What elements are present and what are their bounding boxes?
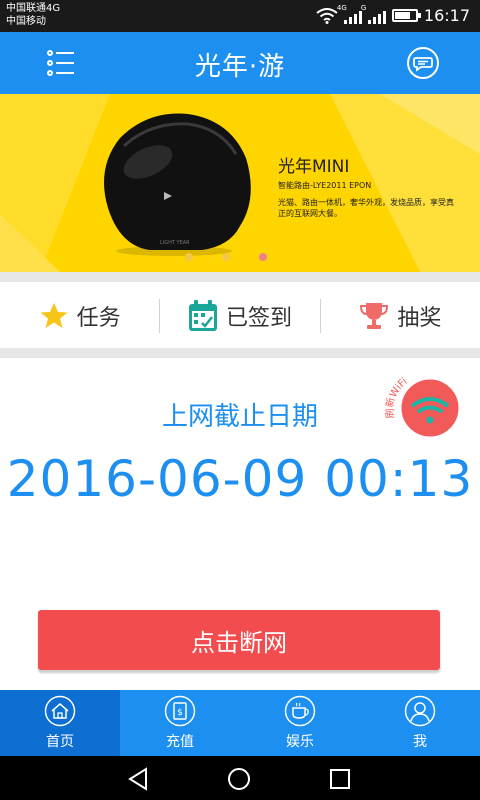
task-label: 任务 <box>76 306 121 331</box>
action-bar: 任务 已签到 抽奖 <box>0 284 480 348</box>
coffee-icon <box>284 695 316 727</box>
recent-apps-icon[interactable] <box>327 766 353 792</box>
nav-me-label: 我 <box>413 734 427 750</box>
signal-1-icon: 4G <box>337 4 362 24</box>
product-model: 智能路由-LYE2011 EPON <box>278 181 372 190</box>
nav-recharge-label: 充值 <box>166 734 194 750</box>
carrier-2: 中国移动 <box>6 16 46 27</box>
battery-icon <box>391 9 421 22</box>
checkin-label: 已签到 <box>225 306 292 331</box>
nav-entertainment-label: 娱乐 <box>286 734 314 750</box>
deadline-value: 2016-06-09 00:13 <box>6 450 474 508</box>
status-icons: 4G G 16:17 <box>316 4 470 25</box>
user-icon <box>404 695 436 727</box>
status-bar: 中国联通4G 中国移动 4G G 16:17 <box>0 0 480 32</box>
wifi-status-icon <box>316 7 338 24</box>
section-divider <box>0 348 480 358</box>
disconnect-button[interactable]: 点击断网 <box>38 610 440 670</box>
carousel-dot[interactable] <box>222 253 230 261</box>
device-label: LIGHT YEAR <box>160 240 190 246</box>
star-icon <box>40 303 68 328</box>
bottom-nav: 首页 $ 充值 娱乐 我 <box>0 690 480 756</box>
nav-entertainment[interactable]: 娱乐 <box>240 690 360 756</box>
net-type-2: G <box>360 3 367 12</box>
nav-recharge[interactable]: $ 充值 <box>120 690 240 756</box>
trophy-icon <box>360 303 389 329</box>
clock: 16:17 <box>423 6 470 25</box>
carousel-indicator <box>185 253 267 261</box>
signal-2-icon: G <box>361 4 386 24</box>
home-nav-icon[interactable] <box>226 766 252 792</box>
message-icon[interactable] <box>406 46 440 80</box>
system-nav-bar <box>0 756 480 800</box>
carousel-dot-active[interactable] <box>259 253 267 261</box>
section-divider <box>0 272 480 282</box>
carrier-info: 中国联通4G 中国移动 <box>6 2 60 28</box>
nav-home-label: 首页 <box>46 734 74 750</box>
lottery-button[interactable]: 抽奖 <box>321 300 480 332</box>
svg-text:$: $ <box>177 708 183 718</box>
lottery-label: 抽奖 <box>397 306 442 331</box>
refresh-wifi-button[interactable]: 刷新WiFi <box>382 370 462 440</box>
recharge-icon: $ <box>164 695 196 727</box>
nav-me[interactable]: 我 <box>360 690 480 756</box>
product-info: 光年MINI 智能路由-LYE2011 EPON 光猫、路由一体机，奢华外观，发… <box>278 152 458 219</box>
home-icon <box>44 695 76 727</box>
calendar-check-icon <box>188 300 217 331</box>
carousel-dot[interactable] <box>185 253 193 261</box>
carrier-1: 中国联通4G <box>6 3 61 14</box>
back-icon[interactable] <box>126 766 152 792</box>
router-device-image: LIGHT YEAR <box>104 113 251 256</box>
checkin-button[interactable]: 已签到 <box>160 300 319 332</box>
promo-banner[interactable]: LIGHT YEAR 光年MINI 智能路由-LYE2011 EPON 光猫、路… <box>0 94 480 272</box>
nav-home[interactable]: 首页 <box>0 690 120 756</box>
net-type-1: 4G <box>336 3 347 12</box>
product-description: 光猫、路由一体机，奢华外观，发烧品质，享受真正的互联网大餐。 <box>278 198 454 218</box>
task-button[interactable]: 任务 <box>0 300 159 332</box>
product-name: 光年MINI <box>278 157 350 177</box>
app-header: 光年·游 <box>0 32 480 94</box>
